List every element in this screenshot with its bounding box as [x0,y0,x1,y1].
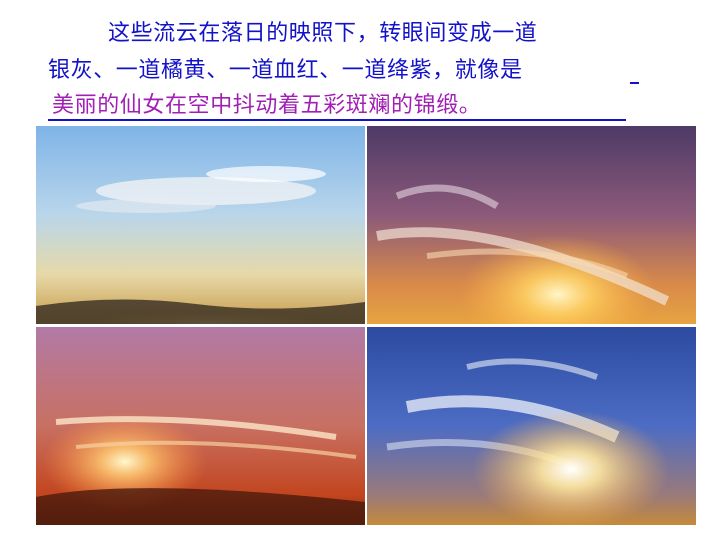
blank-underline-short [630,82,639,84]
text-line-2: 银灰、一道橘黄、一道血红、一道绛紫，就像是 [48,58,523,83]
answer-underline [48,119,626,121]
sunset-photo-red [36,327,365,525]
text-line-1: 这些流云在落日的映照下，转眼间变成一道 [108,21,538,46]
sunset-photo-blue [367,327,696,525]
sunset-photo-purple [367,126,696,324]
answer-text-line: 美丽的仙女在空中抖动着五彩斑斓的锦缎。 [52,93,482,118]
sunset-photo-silver [36,126,365,324]
